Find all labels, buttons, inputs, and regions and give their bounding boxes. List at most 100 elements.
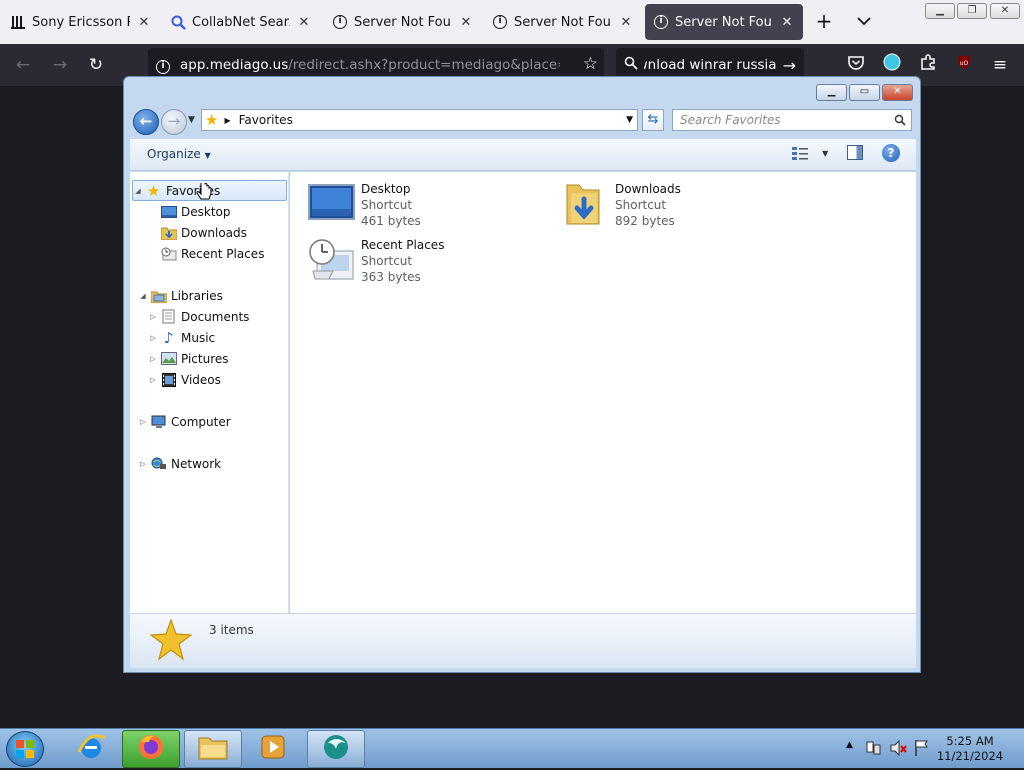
- expand-arrow-icon[interactable]: ▷: [138, 460, 148, 468]
- tab-server-not-found-2[interactable]: i Server Not Found ✕: [484, 0, 642, 44]
- explorer-search-input[interactable]: Search Favorites: [672, 109, 912, 131]
- expand-arrow-icon[interactable]: ▷: [148, 313, 158, 321]
- minimize-button[interactable]: ▁: [925, 3, 955, 19]
- search-placeholder: Search Favorites: [680, 113, 781, 127]
- show-hidden-icons-arrow[interactable]: ▲: [846, 740, 853, 750]
- account-icon[interactable]: [880, 53, 904, 77]
- expand-arrow-icon[interactable]: ▷: [148, 334, 158, 342]
- tree-item-downloads[interactable]: Downloads: [160, 222, 247, 243]
- flag-icon[interactable]: [914, 739, 930, 761]
- explorer-back-button[interactable]: ←: [133, 109, 159, 135]
- file-type: Shortcut: [615, 198, 667, 212]
- videos-icon: [160, 372, 177, 388]
- tree-item-documents[interactable]: ▷ Documents: [148, 306, 249, 327]
- file-size: 363 bytes: [361, 270, 421, 284]
- search-icon[interactable]: [894, 110, 906, 132]
- new-tab-button[interactable]: +: [812, 10, 836, 34]
- search-query[interactable]: ownload winrar russia: [644, 57, 777, 73]
- breadcrumb-favorites[interactable]: Favorites: [239, 113, 293, 127]
- media-player-taskbar-button[interactable]: [244, 730, 302, 768]
- info-icon[interactable]: i: [156, 57, 170, 74]
- change-view-button[interactable]: ▼: [792, 145, 828, 160]
- tree-item-music[interactable]: ▷ ♪ Music: [148, 327, 215, 348]
- organize-menu-button[interactable]: Organize ▼: [147, 147, 211, 161]
- list-all-tabs-button[interactable]: [852, 10, 876, 34]
- action-center-icon[interactable]: [866, 740, 882, 760]
- restore-button[interactable]: ❐: [957, 3, 987, 19]
- reload-icon[interactable]: ↻: [84, 53, 108, 77]
- tree-item-recent-places[interactable]: Recent Places: [160, 243, 264, 264]
- explorer-refresh-button[interactable]: ⇆: [642, 109, 664, 131]
- file-item-recent-places[interactable]: Recent Places Shortcut 363 bytes: [307, 237, 444, 287]
- expand-arrow-icon[interactable]: ▷: [148, 376, 158, 384]
- tab-server-not-found-active[interactable]: i Server Not Found ✕: [645, 4, 803, 40]
- url-text[interactable]: app.mediago.us/redirect.ashx?product=med…: [180, 57, 560, 73]
- firefox-icon: [136, 732, 166, 766]
- go-arrow-icon[interactable]: →: [783, 56, 796, 75]
- tree-item-network[interactable]: ▷ Network: [138, 453, 221, 474]
- close-icon[interactable]: ✕: [618, 14, 634, 30]
- file-item-desktop[interactable]: Desktop Shortcut 461 bytes: [307, 181, 421, 231]
- tab-title: Sony Ericsson PC Su: [32, 14, 130, 30]
- volume-muted-icon[interactable]: [890, 739, 908, 760]
- search-icon: [624, 56, 638, 74]
- start-button[interactable]: [6, 731, 44, 767]
- tree-item-videos[interactable]: ▷ Videos: [148, 369, 221, 390]
- explorer-taskbar-button[interactable]: [184, 730, 242, 768]
- file-name: Downloads: [615, 182, 681, 196]
- explorer-close-button[interactable]: ✕: [882, 84, 913, 101]
- back-arrow-icon[interactable]: ←: [11, 53, 35, 77]
- file-list: Desktop Shortcut 461 bytes Downloads Sho…: [290, 172, 916, 613]
- ublock-origin-icon[interactable]: uO: [952, 53, 976, 77]
- expand-arrow-icon[interactable]: ▷: [138, 418, 148, 426]
- forward-arrow-icon[interactable]: →: [48, 53, 72, 77]
- downloads-folder-icon: [160, 225, 177, 241]
- window-close-button[interactable]: ✕: [990, 3, 1020, 19]
- tree-item-libraries[interactable]: ◢ Libraries: [138, 285, 223, 306]
- explorer-forward-button[interactable]: →: [161, 109, 187, 135]
- close-icon[interactable]: ✕: [779, 14, 795, 30]
- bookmark-star-icon[interactable]: ☆: [583, 54, 598, 74]
- help-icon[interactable]: ?: [882, 144, 900, 162]
- library-icon: [10, 14, 26, 30]
- collapse-arrow-icon[interactable]: ◢: [138, 292, 148, 300]
- menu-icon[interactable]: ≡: [988, 53, 1012, 77]
- breadcrumb-arrow-icon[interactable]: ▶: [224, 116, 230, 125]
- libraries-icon: [150, 288, 167, 304]
- close-icon[interactable]: ✕: [296, 14, 312, 30]
- extensions-icon[interactable]: [916, 53, 940, 77]
- explorer-address-bar[interactable]: ★ ▶ Favorites ▼: [201, 109, 638, 131]
- pocket-icon[interactable]: [844, 53, 868, 77]
- file-item-downloads[interactable]: Downloads Shortcut 892 bytes: [561, 181, 681, 231]
- desktop-icon: [307, 181, 357, 227]
- tab-server-not-found-1[interactable]: i Server Not Found ✕: [324, 0, 482, 44]
- close-icon[interactable]: ✕: [458, 14, 474, 30]
- recent-pages-dropdown[interactable]: ▼: [188, 115, 195, 125]
- address-dropdown-icon[interactable]: ▼: [626, 115, 633, 125]
- app-taskbar-button[interactable]: [307, 730, 365, 768]
- tab-sony-ericsson[interactable]: Sony Ericsson PC Su ✕: [2, 0, 160, 44]
- details-pane: 3 items: [130, 613, 916, 668]
- explorer-window: ▁ ▭ ✕ ← → ▼ ★ ▶ Favorites ▼ ⇆ Search Fav…: [123, 76, 921, 673]
- tree-item-computer[interactable]: ▷ Computer: [138, 411, 230, 432]
- clock[interactable]: 5:25 AM 11/21/2024: [932, 734, 1008, 764]
- windows-taskbar: ▲ 5:25 AM 11/21/2024: [0, 728, 1024, 768]
- command-bar: Organize ▼ ▼ ?: [130, 139, 916, 171]
- preview-pane-button[interactable]: [847, 145, 863, 160]
- explorer-maximize-button[interactable]: ▭: [849, 84, 880, 101]
- collapse-arrow-icon[interactable]: ◢: [133, 187, 143, 195]
- tree-item-pictures[interactable]: ▷ Pictures: [148, 348, 228, 369]
- firefox-taskbar-button[interactable]: [122, 730, 180, 768]
- folder-icon: [197, 733, 229, 765]
- expand-arrow-icon[interactable]: ▷: [148, 355, 158, 363]
- tab-collabnet-searxng[interactable]: CollabNet SearXNG ✕: [162, 0, 320, 44]
- desktop-icon: [160, 204, 177, 220]
- internet-explorer-taskbar-button[interactable]: [62, 730, 120, 768]
- tree-item-label: Network: [171, 456, 222, 471]
- media-player-icon: [259, 733, 287, 765]
- close-icon[interactable]: ✕: [136, 14, 152, 30]
- file-name: Recent Places: [361, 238, 445, 252]
- explorer-minimize-button[interactable]: ▁: [816, 84, 847, 101]
- tab-title: CollabNet SearXNG: [192, 14, 290, 30]
- favorites-star-icon: ★: [205, 111, 219, 129]
